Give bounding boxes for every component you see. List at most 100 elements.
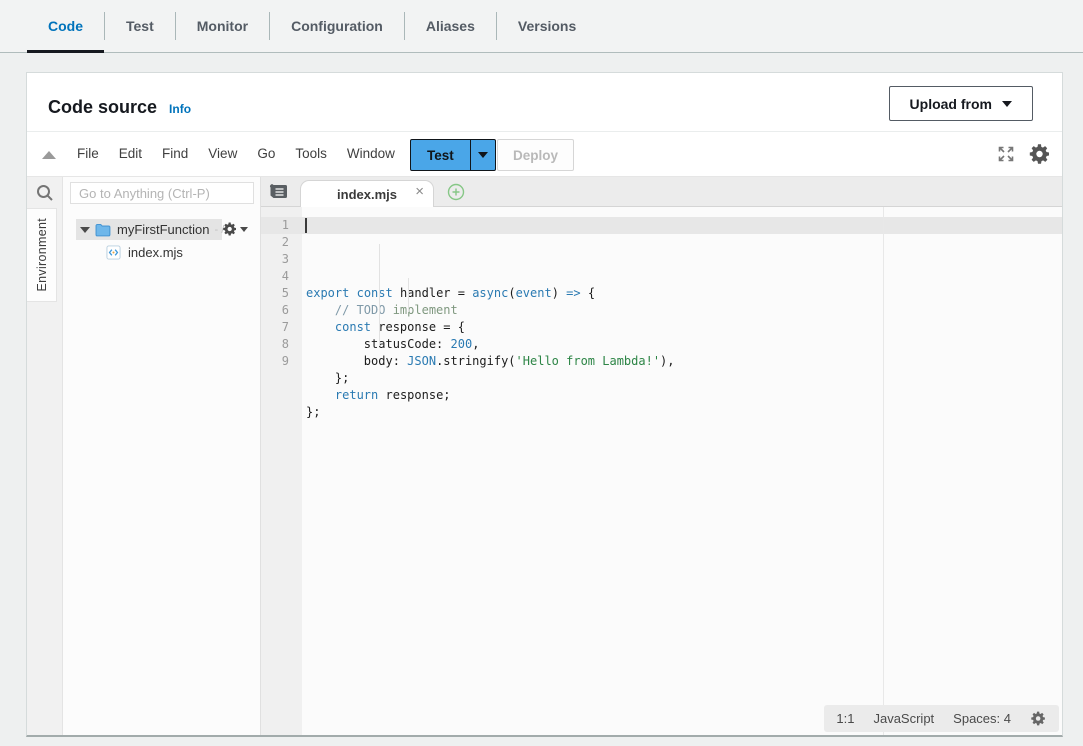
chevron-down-icon xyxy=(478,152,488,158)
menu-item-file[interactable]: File xyxy=(67,132,109,176)
status-gear-icon[interactable] xyxy=(1030,710,1047,727)
nav-tab-monitor[interactable]: Monitor xyxy=(176,0,269,52)
folder-name: myFirstFunction xyxy=(117,222,209,237)
menu-items: FileEditFindViewGoToolsWindow xyxy=(67,132,405,176)
upload-from-button[interactable]: Upload from xyxy=(889,86,1033,121)
line-number: 8 xyxy=(261,336,289,353)
line-number: 4 xyxy=(261,268,289,285)
file-name: index.mjs xyxy=(128,245,183,260)
code-token: ( xyxy=(508,286,515,300)
goto-anything-input[interactable] xyxy=(70,182,254,204)
editor-workspace: Environment myFirstFunction - / xyxy=(27,176,1062,735)
code-token: implement xyxy=(385,303,457,317)
menu-item-go[interactable]: Go xyxy=(247,132,285,176)
code-token: async xyxy=(472,286,508,300)
code-token: response = { xyxy=(371,320,465,334)
close-tab-icon[interactable]: × xyxy=(415,184,424,199)
nav-tab-test[interactable]: Test xyxy=(105,0,175,52)
fullscreen-icon[interactable] xyxy=(996,144,1016,164)
code-token: export xyxy=(306,286,349,300)
tree-settings-gear-icon[interactable] xyxy=(222,221,248,237)
line-number: 5 xyxy=(261,285,289,302)
folder-expand-caret-icon[interactable] xyxy=(80,227,90,233)
upload-from-label: Upload from xyxy=(910,96,992,112)
chevron-down-icon xyxy=(1002,101,1012,107)
nav-tab-code[interactable]: Code xyxy=(27,0,104,52)
code-token: handler = xyxy=(393,286,472,300)
code-token: => xyxy=(566,286,580,300)
code-token xyxy=(306,303,335,317)
code-token xyxy=(306,320,335,334)
code-content: export const handler = async(event) => {… xyxy=(306,217,1062,438)
menu-item-tools[interactable]: Tools xyxy=(285,132,337,176)
code-editor: index.mjs × 123456789 expor xyxy=(261,177,1062,735)
info-link[interactable]: Info xyxy=(169,102,191,116)
cursor-position[interactable]: 1:1 xyxy=(836,711,854,726)
nav-tab-aliases[interactable]: Aliases xyxy=(405,0,496,52)
code-token: 200 xyxy=(451,337,473,351)
tab-list-icon[interactable] xyxy=(269,184,288,205)
card-header: Code source Info Upload from xyxy=(27,73,1062,132)
code-token xyxy=(306,388,335,402)
line-number: 2 xyxy=(261,234,289,251)
code-token: body: xyxy=(306,354,407,368)
deploy-button[interactable]: Deploy xyxy=(497,139,574,171)
code-token: , xyxy=(472,337,479,351)
code-token: event xyxy=(516,286,552,300)
chevron-down-icon xyxy=(240,227,248,232)
page-title: Code source xyxy=(48,97,157,118)
code-token: { xyxy=(581,286,595,300)
test-dropdown-button[interactable] xyxy=(470,139,496,171)
line-number: 6 xyxy=(261,302,289,319)
search-icon[interactable] xyxy=(35,183,55,208)
indent-guide xyxy=(408,278,409,312)
editor-menubar: FileEditFindViewGoToolsWindow Test Deplo… xyxy=(27,132,1062,176)
line-number: 7 xyxy=(261,319,289,336)
collapse-panel-icon[interactable] xyxy=(42,151,56,159)
code-source-card: Code source Info Upload from FileEditFin… xyxy=(26,72,1063,737)
code-line: statusCode: 200, xyxy=(306,336,1062,353)
tree-row-folder[interactable]: myFirstFunction - / xyxy=(63,219,260,241)
code-line: export const handler = async(event) => { xyxy=(306,285,1062,302)
code-token: return xyxy=(335,388,378,402)
code-token: JSON xyxy=(407,354,436,368)
function-nav-tabs: CodeTestMonitorConfigurationAliasesVersi… xyxy=(0,0,1083,53)
code-token: ), xyxy=(660,354,674,368)
spaces-setting[interactable]: Spaces: 4 xyxy=(953,711,1011,726)
tab-title: index.mjs xyxy=(337,187,397,202)
menu-item-edit[interactable]: Edit xyxy=(109,132,152,176)
file-tree-panel: myFirstFunction - / index.mjs xyxy=(63,177,261,735)
code-token: const xyxy=(357,286,393,300)
code-token: .stringify( xyxy=(436,354,515,368)
editor-body[interactable]: 123456789 export const handler = async(e… xyxy=(261,207,1062,735)
environment-label: Environment xyxy=(35,218,49,291)
code-token: }; xyxy=(306,405,320,419)
code-token: ) xyxy=(552,286,566,300)
folder-icon xyxy=(95,223,112,237)
test-button[interactable]: Test xyxy=(410,139,471,171)
menu-item-find[interactable]: Find xyxy=(152,132,198,176)
menu-item-window[interactable]: Window xyxy=(337,132,405,176)
language-mode[interactable]: JavaScript xyxy=(873,711,934,726)
text-cursor xyxy=(305,218,307,233)
nav-tab-configuration[interactable]: Configuration xyxy=(270,0,404,52)
menu-item-view[interactable]: View xyxy=(198,132,247,176)
settings-gear-icon[interactable] xyxy=(1028,142,1052,166)
nav-tab-versions[interactable]: Versions xyxy=(497,0,597,52)
editor-status-bar: 1:1 JavaScript Spaces: 4 xyxy=(824,705,1059,732)
code-line: // TODO implement xyxy=(306,302,1062,319)
code-token: const xyxy=(335,320,371,334)
left-icon-strip: Environment xyxy=(27,177,63,735)
new-tab-plus-icon[interactable] xyxy=(447,183,465,206)
line-number: 3 xyxy=(261,251,289,268)
code-line: const response = { xyxy=(306,319,1062,336)
editor-tabbar: index.mjs × xyxy=(261,177,1062,207)
environment-tab[interactable]: Environment xyxy=(27,208,57,302)
test-split-button: Test xyxy=(410,139,496,171)
line-number: 9 xyxy=(261,353,289,370)
tree-row-file[interactable]: index.mjs xyxy=(106,242,183,263)
tab-index-mjs[interactable]: index.mjs × xyxy=(300,180,434,207)
code-token: 'Hello from Lambda!' xyxy=(516,354,661,368)
menubar-icons xyxy=(996,132,1052,176)
code-line: return response; xyxy=(306,387,1062,404)
